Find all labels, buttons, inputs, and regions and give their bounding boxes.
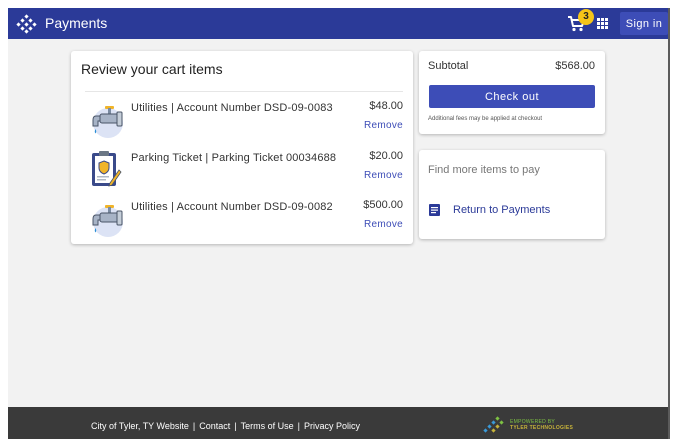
document-list-icon xyxy=(429,204,440,216)
footer: City of Tyler, TY Website | Contact | Terms … xyxy=(8,407,668,439)
separator: | xyxy=(234,421,237,431)
cart-title: Review your cart items xyxy=(81,61,223,77)
tyler-technologies-logo-icon xyxy=(483,416,504,433)
cart-item-price: $48.00 xyxy=(369,100,403,112)
cart-item-price: $20.00 xyxy=(369,150,403,162)
terms-of-use-link[interactable]: Terms of Use xyxy=(241,421,294,431)
brand-line-2: TYLER TECHNOLOGIES xyxy=(510,425,574,431)
city-website-link[interactable]: City of Tyler, TY Website xyxy=(91,421,189,431)
remove-item-button[interactable]: Remove xyxy=(364,170,403,181)
remove-item-button[interactable]: Remove xyxy=(364,219,403,230)
cart-item: Parking Ticket | Parking Ticket 00034688… xyxy=(71,150,413,198)
apps-grid-icon[interactable] xyxy=(597,18,608,29)
footer-links: City of Tyler, TY Website | Contact | Terms … xyxy=(91,421,360,431)
faucet-icon xyxy=(92,106,123,138)
separator: | xyxy=(297,421,300,431)
browser-frame: Payments 3 Sign in Review your cart item… xyxy=(0,0,674,439)
find-more-card: Find more items to pay Return to Payment… xyxy=(419,150,605,239)
return-to-payments-link[interactable]: Return to Payments xyxy=(453,204,550,216)
faucet-icon xyxy=(92,205,123,237)
tyler-brand-text: EMPOWERED BY TYLER TECHNOLOGIES xyxy=(510,419,573,431)
app-window: Payments 3 Sign in Review your cart item… xyxy=(8,8,670,439)
cart-item-price: $500.00 xyxy=(363,199,403,211)
cart-item: Utilities | Account Number DSD-09-0082 $… xyxy=(71,199,413,247)
cart-count-badge: 3 xyxy=(578,9,594,25)
subtotal-value: $568.00 xyxy=(555,60,595,72)
clipboard-badge-icon xyxy=(92,151,122,187)
remove-item-button[interactable]: Remove xyxy=(364,120,403,131)
contact-link[interactable]: Contact xyxy=(199,421,230,431)
divider xyxy=(85,91,403,92)
fees-note: Additional fees may be applied at checko… xyxy=(428,116,543,122)
cart-item-name: Utilities | Account Number DSD-09-0082 xyxy=(131,201,333,213)
order-summary-card: Subtotal $568.00 Check out Additional fe… xyxy=(419,51,605,134)
sign-in-button[interactable]: Sign in xyxy=(620,12,668,35)
privacy-policy-link[interactable]: Privacy Policy xyxy=(304,421,360,431)
payments-logo-icon[interactable] xyxy=(15,14,37,34)
separator: | xyxy=(192,421,196,431)
checkout-button[interactable]: Check out xyxy=(429,85,595,108)
subtotal-label: Subtotal xyxy=(428,60,469,72)
top-bar: Payments 3 Sign in xyxy=(8,8,668,39)
app-title: Payments xyxy=(45,15,108,31)
cart-item-name: Utilities | Account Number DSD-09-0083 xyxy=(131,102,333,114)
cart-review-card: Review your cart items Utilities | Accou… xyxy=(71,51,413,244)
cart-item: Utilities | Account Number DSD-09-0083 $… xyxy=(71,100,413,148)
find-more-title: Find more items to pay xyxy=(428,164,540,176)
cart-item-name: Parking Ticket | Parking Ticket 00034688 xyxy=(131,152,337,164)
